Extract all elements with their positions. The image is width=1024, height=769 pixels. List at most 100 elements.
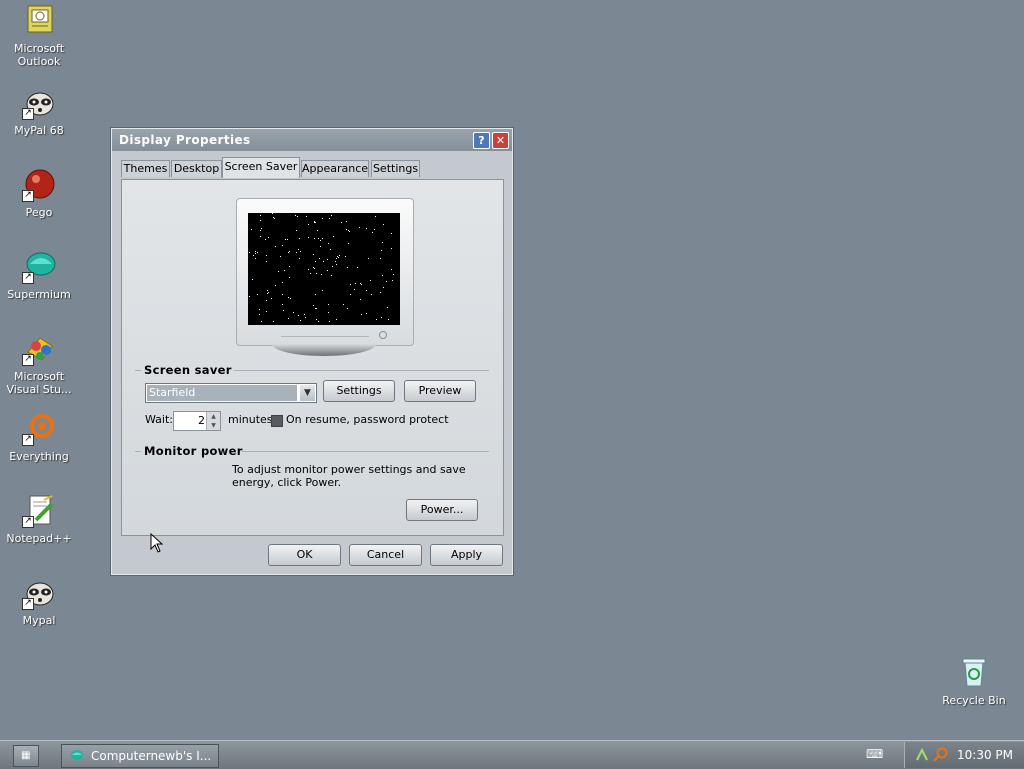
power-button[interactable]: Power... xyxy=(406,499,478,521)
group-divider xyxy=(242,451,489,452)
desktop-icon-pego[interactable]: ↗ Pego xyxy=(1,168,77,219)
desktop-icon-label: Supermium xyxy=(7,288,71,301)
star-dot xyxy=(391,269,392,270)
star-dot xyxy=(288,297,289,298)
apply-button[interactable]: Apply xyxy=(430,544,503,566)
star-dot xyxy=(315,261,316,262)
wait-minutes-spinner[interactable]: 2 ▲ ▼ xyxy=(173,411,221,431)
star-dot xyxy=(267,293,268,294)
star-dot xyxy=(260,230,261,231)
star-dot xyxy=(322,218,323,219)
star-dot xyxy=(308,269,309,270)
desktop-icon-label: Everything xyxy=(9,450,69,463)
password-protect-label[interactable]: On resume, password protect xyxy=(286,413,449,426)
star-dot xyxy=(282,245,283,246)
star-dot xyxy=(316,273,317,274)
shortcut-arrow-icon: ↗ xyxy=(22,434,34,446)
star-dot xyxy=(328,312,329,313)
star-dot xyxy=(320,240,321,241)
star-dot xyxy=(261,321,262,322)
star-dot xyxy=(316,308,317,309)
desktop-icon-mypal-68[interactable]: ↗ MyPal 68 xyxy=(1,86,77,137)
star-dot xyxy=(347,308,348,309)
star-dot xyxy=(260,215,261,216)
group-divider xyxy=(135,451,141,452)
star-dot xyxy=(376,319,377,320)
settings-button[interactable]: Settings xyxy=(323,380,395,402)
tab-desktop[interactable]: Desktop xyxy=(171,160,222,177)
star-dot xyxy=(255,251,256,252)
wait-minutes-value[interactable]: 2 xyxy=(174,412,205,430)
help-button[interactable]: ? xyxy=(473,132,490,149)
shortcut-arrow-icon: ↗ xyxy=(22,598,34,610)
taskbar-clock[interactable]: 10:30 PM xyxy=(957,748,1013,762)
star-dot xyxy=(252,279,253,280)
star-dot xyxy=(345,256,346,257)
preview-button[interactable]: Preview xyxy=(404,380,476,402)
spinner-arrows-icon[interactable]: ▲ ▼ xyxy=(206,412,220,430)
tab-themes[interactable]: Themes xyxy=(121,160,170,177)
star-dot xyxy=(314,222,315,223)
desktop-icon-label: Recycle Bin xyxy=(942,694,1006,707)
network-icon[interactable] xyxy=(915,748,929,762)
star-dot xyxy=(375,216,376,217)
star-dot xyxy=(271,298,272,299)
tab-appearance[interactable]: Appearance xyxy=(301,160,369,177)
star-dot xyxy=(331,275,332,276)
star-dot xyxy=(354,289,355,290)
star-dot xyxy=(288,252,289,253)
desktop-icon-outlook[interactable]: Microsoft Outlook xyxy=(1,4,77,68)
star-dot xyxy=(288,318,289,319)
star-dot xyxy=(275,246,276,247)
close-button[interactable]: ✕ xyxy=(492,132,509,149)
star-dot xyxy=(293,312,294,313)
star-dot xyxy=(348,243,349,244)
star-dot xyxy=(393,274,394,275)
star-dot xyxy=(265,239,266,240)
star-dot xyxy=(343,304,344,305)
star-dot xyxy=(313,305,314,306)
cancel-button[interactable]: Cancel xyxy=(349,544,422,566)
start-button[interactable]: ▦ xyxy=(13,745,39,767)
star-dot xyxy=(391,248,392,249)
star-dot xyxy=(322,290,323,291)
star-dot xyxy=(346,221,347,222)
screen-saver-dropdown[interactable]: Starfield ▼ xyxy=(145,383,317,403)
shortcut-arrow-icon: ↗ xyxy=(22,272,34,284)
star-dot xyxy=(266,255,267,256)
password-protect-checkbox[interactable] xyxy=(271,415,283,427)
title-bar[interactable]: Display Properties ? ✕ xyxy=(112,129,512,151)
star-dot xyxy=(374,229,375,230)
star-dot xyxy=(308,237,309,238)
star-dot xyxy=(327,270,328,271)
desktop-icon-notepad-plus-plus[interactable]: ↗ Notepad++ xyxy=(1,494,77,545)
desktop-icon-recycle-bin[interactable]: Recycle Bin xyxy=(936,656,1012,707)
tab-screen-saver[interactable]: Screen Saver xyxy=(222,157,300,178)
supermium-icon: ↗ xyxy=(22,250,56,284)
star-dot xyxy=(249,252,250,253)
star-dot xyxy=(259,309,260,310)
star-dot xyxy=(306,216,307,217)
tab-settings[interactable]: Settings xyxy=(371,160,420,177)
search-icon[interactable] xyxy=(933,747,949,763)
desktop-icon-mypal[interactable]: ↗ Mypal xyxy=(1,576,77,627)
chevron-down-icon[interactable]: ▼ xyxy=(300,385,315,401)
group-divider xyxy=(234,370,489,371)
desktop-icon-supermium[interactable]: ↗ Supermium xyxy=(1,250,77,301)
star-dot xyxy=(273,217,274,218)
taskbar-item-browser[interactable]: Computernewb's I... xyxy=(61,744,219,768)
group-divider xyxy=(135,370,141,371)
star-dot xyxy=(257,294,258,295)
star-dot xyxy=(284,270,285,271)
star-dot xyxy=(383,224,384,225)
star-dot xyxy=(285,239,286,240)
star-dot xyxy=(314,238,315,239)
ok-button[interactable]: OK xyxy=(268,544,341,566)
star-dot xyxy=(289,277,290,278)
desktop-icon-everything[interactable]: ↗ Everything xyxy=(1,412,77,463)
star-dot xyxy=(328,304,329,305)
star-dot xyxy=(315,222,316,223)
desktop-icon-visual-studio[interactable]: ↗ Microsoft Visual Stu... xyxy=(1,332,77,396)
keyboard-icon[interactable]: ⌨ xyxy=(866,747,884,761)
star-dot xyxy=(336,319,337,320)
